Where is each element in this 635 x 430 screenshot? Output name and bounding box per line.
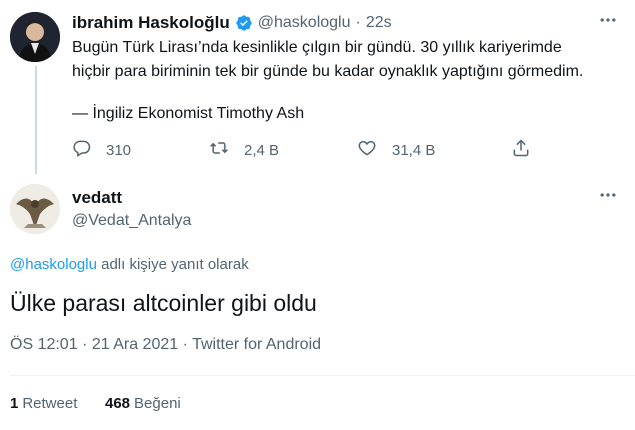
reply-context: @haskologlu adlı kişiye yanıt olarak <box>10 256 249 273</box>
divider <box>10 375 635 376</box>
display-name[interactable]: vedatt <box>72 188 122 208</box>
tweet-header: ibrahim Haskoloğlu @haskologlu · 22s <box>72 13 392 33</box>
like-stat[interactable]: 468 Beğeni <box>105 395 181 412</box>
timestamp[interactable]: 22s <box>366 14 392 32</box>
retweet-stat[interactable]: 1 Retweet <box>10 395 77 412</box>
avatar-vedatt[interactable] <box>10 184 60 234</box>
avatar-eagle-icon <box>10 184 60 234</box>
separator-dot: · <box>82 336 88 353</box>
avatar-person-icon <box>10 12 60 62</box>
more-horizontal-icon[interactable] <box>598 185 618 210</box>
heart-icon <box>356 138 378 162</box>
reply-to-label: adlı kişiye yanıt olarak <box>101 256 249 273</box>
like-count: 31,4 B <box>392 141 436 159</box>
tweet-text: Bugün Türk Lirası’nda kesinlikle çılgın … <box>72 36 617 126</box>
tweet-metadata: ÖS 12:01 · 21 Ara 2021 · Twitter for And… <box>10 336 321 354</box>
tweet-text-line: — İngiliz Ekonomist Timothy Ash <box>72 105 305 122</box>
share-icon[interactable] <box>511 138 531 163</box>
like-stat-count: 468 <box>105 395 131 412</box>
avatar-haskologlu[interactable] <box>10 12 60 62</box>
retweet-icon <box>208 138 230 162</box>
reply-action[interactable]: 310 <box>72 138 131 162</box>
retweet-stat-label: Retweet <box>22 395 78 412</box>
like-stat-label: Beğeni <box>134 395 181 412</box>
handle[interactable]: @haskologlu <box>258 14 351 32</box>
reply-count: 310 <box>106 141 132 159</box>
separator-dot: · <box>182 336 188 353</box>
retweet-action[interactable]: 2,4 B <box>208 138 279 162</box>
handle[interactable]: @Vedat_Antalya <box>72 212 191 230</box>
separator-dot: · <box>355 14 361 31</box>
tweet-text-line: hiçbir para biriminin tek bir günde bu k… <box>72 63 584 80</box>
tweet-time[interactable]: ÖS 12:01 <box>10 336 78 353</box>
retweet-count: 2,4 B <box>244 141 280 159</box>
display-name[interactable]: ibrahim Haskoloğlu <box>72 13 230 33</box>
more-horizontal-icon[interactable] <box>598 10 618 35</box>
like-action[interactable]: 31,4 B <box>356 138 435 162</box>
tweet-text: Ülke parası altcoinler gibi oldu <box>10 290 317 316</box>
verified-badge-icon <box>235 14 253 32</box>
reply-icon <box>72 138 92 162</box>
tweet-source[interactable]: Twitter for Android <box>192 336 321 353</box>
reply-to-handle-link[interactable]: @haskologlu <box>10 256 97 273</box>
retweet-stat-count: 1 <box>10 395 19 412</box>
tweet-date[interactable]: 21 Ara 2021 <box>92 336 178 353</box>
tweet-text-line: Bugün Türk Lirası’nda kesinlikle çılgın … <box>72 39 562 56</box>
thread-connector-line <box>35 66 37 174</box>
